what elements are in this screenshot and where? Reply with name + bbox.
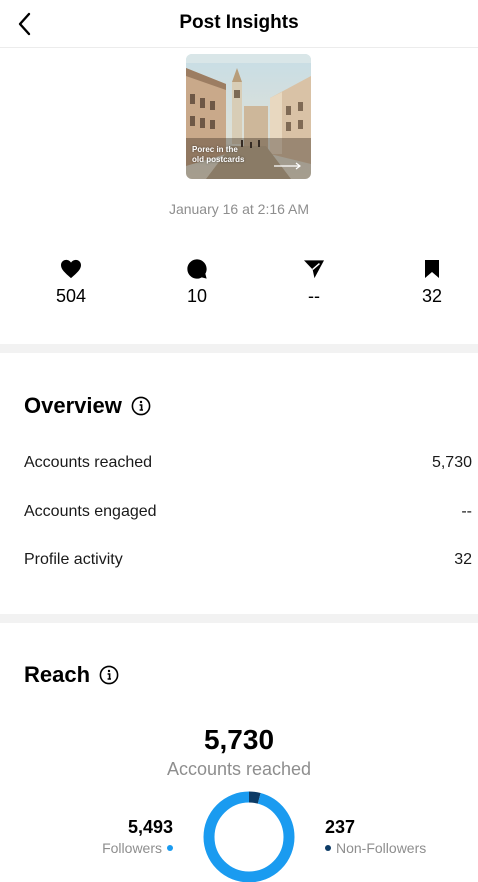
post-thumbnail[interactable]: Porec in the old postcards	[186, 54, 311, 179]
followers-segment	[203, 791, 295, 882]
shares-count: --	[308, 286, 320, 306]
header-bar: Post Insights	[0, 0, 478, 48]
reach-section-title: Reach	[24, 662, 119, 688]
page-title: Post Insights	[179, 12, 299, 33]
paper-plane-icon	[304, 260, 324, 279]
non-followers-value: 237	[325, 817, 356, 837]
saves-stat: 32	[392, 258, 472, 307]
reach-title-text: Reach	[24, 662, 91, 687]
comments-stat: 10	[157, 258, 237, 307]
followers-value: 5,493	[127, 817, 173, 837]
heart-icon	[61, 259, 81, 279]
likes-stat: 504	[31, 258, 111, 307]
bookmark-icon	[425, 260, 439, 278]
followers-legend: 5,493 Followers	[102, 817, 173, 856]
non-followers-dot	[325, 845, 331, 851]
overview-title-text: Overview	[24, 393, 122, 418]
row-label: Accounts engaged	[24, 503, 157, 520]
saves-count: 32	[421, 286, 443, 306]
overview-row-accounts-engaged[interactable]: Accounts engaged --	[24, 500, 472, 524]
section-divider	[0, 614, 478, 623]
section-divider	[0, 344, 478, 353]
likes-count: 504	[55, 286, 87, 306]
followers-label: Followers	[102, 840, 162, 856]
engagement-stats: 504 10 -- 32	[0, 258, 478, 308]
reach-total-label: Accounts reached	[166, 759, 312, 779]
shares-stat: --	[274, 258, 354, 307]
comment-icon	[187, 259, 207, 279]
row-value: 32	[454, 551, 472, 568]
followers-label-row: Followers	[102, 840, 173, 856]
non-followers-legend: 237 Non-Followers	[325, 817, 426, 856]
info-icon[interactable]	[131, 396, 151, 416]
info-icon[interactable]	[99, 665, 119, 685]
overview-section-title: Overview	[24, 393, 151, 419]
non-followers-label-row: Non-Followers	[325, 840, 426, 856]
row-value: 5,730	[431, 454, 472, 471]
post-date: January 16 at 2:16 AM	[168, 201, 310, 217]
row-label: Accounts reached	[24, 454, 153, 471]
overview-row-profile-activity[interactable]: Profile activity 32	[24, 548, 472, 572]
row-value: --	[461, 503, 472, 520]
row-label: Profile activity	[24, 551, 123, 568]
reach-donut-chart	[203, 791, 295, 882]
non-followers-label: Non-Followers	[336, 840, 427, 856]
reach-total: 5,730	[203, 724, 275, 755]
thumbnail-caption: Porec in the old postcards	[192, 145, 245, 164]
followers-dot	[167, 845, 173, 851]
comments-count: 10	[186, 286, 208, 306]
overview-row-accounts-reached[interactable]: Accounts reached 5,730	[24, 451, 472, 475]
